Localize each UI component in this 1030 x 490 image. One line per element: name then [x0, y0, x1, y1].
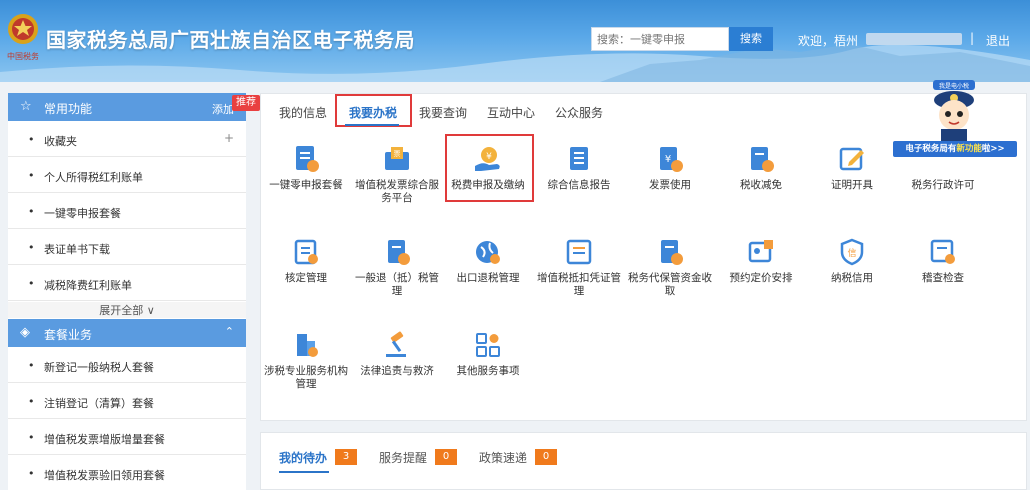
assessment-icon	[294, 239, 318, 265]
sidebar-item-invoice-increase[interactable]: • 增值税发票增版增量套餐	[8, 419, 246, 455]
expand-all-link[interactable]: 展开全部 ∨	[8, 302, 246, 318]
globe-icon	[476, 241, 500, 264]
todo-count-badge: 3	[335, 449, 357, 465]
service-assessment[interactable]: 核定管理	[261, 237, 351, 285]
sidebar-item-forms-download[interactable]: • 表证单书下载	[8, 229, 246, 265]
sidebar-item-favorites[interactable]: • 收藏夹 +	[8, 121, 246, 157]
svg-text:信: 信	[847, 247, 856, 259]
document-icon	[296, 146, 319, 172]
active-todo-underline	[279, 471, 329, 473]
sidebar-item-zero-declaration[interactable]: • 一键零申报套餐	[8, 193, 246, 229]
service-certificate[interactable]: 证明开具	[807, 144, 897, 192]
add-function-button[interactable]: 添加	[212, 101, 234, 117]
sidebar-item-invoice-verify[interactable]: • 增值税发票验旧领用套餐	[8, 455, 246, 490]
active-tab-underline	[345, 124, 399, 126]
tab-public-service[interactable]: 公众服务	[555, 104, 603, 121]
package-services-header[interactable]: ◈ 套餐业务 ⌃	[8, 319, 246, 347]
service-invoice-use[interactable]: ¥ 发票使用	[625, 144, 715, 192]
credit-shield-icon: 信	[840, 238, 864, 266]
service-custody-funds[interactable]: 税务代保管资金收取	[625, 237, 715, 298]
service-pricing-arrangement[interactable]: 预约定价安排	[716, 237, 806, 285]
tab-interaction[interactable]: 互动中心	[487, 104, 535, 121]
service-inspection[interactable]: 稽查检查	[898, 237, 988, 285]
header-banner: 中国税务 国家税务总局广西壮族自治区电子税务局 搜索 欢迎，梧州 | 退出	[0, 0, 1030, 82]
new-feature-banner[interactable]: 电子税务局有新功能啦>>	[893, 141, 1017, 157]
service-zero-declaration[interactable]: 一键零申报套餐	[261, 144, 351, 192]
service-agency-management[interactable]: 涉税专业服务机构管理	[261, 330, 351, 391]
service-info-report[interactable]: 综合信息报告	[534, 144, 624, 192]
logout-link[interactable]: 退出	[986, 32, 1010, 49]
grid-apps-icon	[476, 333, 500, 357]
edit-certificate-icon	[839, 147, 864, 171]
svg-text:中国税务: 中国税务	[7, 51, 39, 61]
username-redacted	[866, 33, 962, 45]
service-refund-credit[interactable]: 一般退（抵）税管理	[352, 237, 442, 298]
sidebar-item-deregistration[interactable]: • 注销登记（清算）套餐	[8, 383, 246, 419]
mascot-tax-officer-icon: 我是电小税	[933, 80, 975, 142]
tax-emblem-icon: 中国税务	[7, 14, 39, 61]
refund-icon	[388, 240, 410, 265]
service-vat-invoice-platform[interactable]: 票 增值税发票综合服务平台	[352, 144, 442, 205]
service-tax-relief[interactable]: 税收减免	[716, 144, 806, 192]
mascot-promo[interactable]: 我是电小税 电子税务局有新功能啦>>	[893, 80, 1023, 162]
tab-my-info[interactable]: 我的信息	[279, 104, 327, 121]
site-title: 国家税务总局广西壮族自治区电子税务局	[46, 28, 415, 52]
search-input[interactable]	[591, 27, 729, 51]
invoice-envelope-icon: 票	[385, 147, 409, 170]
common-functions-header[interactable]: ☆ 常用功能 添加	[8, 93, 246, 121]
service-highlight-box	[445, 134, 534, 202]
tab-my-todo[interactable]: 我的待办	[279, 449, 327, 466]
building-icon	[297, 334, 318, 357]
tax-relief-icon	[751, 147, 774, 172]
pricing-icon	[748, 240, 773, 263]
package-icon: ◈	[20, 325, 30, 340]
sidebar-item-new-registration[interactable]: • 新登记一般纳税人套餐	[8, 347, 246, 383]
header-separator: |	[970, 31, 975, 45]
package-services-title: 套餐业务	[44, 328, 93, 342]
tab-policy-news[interactable]: 政策速递	[479, 449, 527, 466]
gavel-icon	[386, 331, 406, 357]
plus-icon[interactable]: +	[224, 131, 234, 145]
service-vat-deduction[interactable]: 增值税抵扣凭证管理	[534, 237, 624, 298]
sidebar-item-tax-cut-bill[interactable]: • 减税降费红利账单	[8, 265, 246, 301]
tab-highlight-box	[335, 94, 412, 127]
search-button[interactable]: 搜索	[729, 27, 773, 51]
svg-text:¥: ¥	[665, 154, 671, 165]
svg-text:票: 票	[394, 150, 401, 158]
reminder-count-badge: 0	[435, 449, 457, 465]
tab-service-reminder[interactable]: 服务提醒	[379, 449, 427, 466]
voucher-icon	[566, 239, 592, 265]
service-tax-credit[interactable]: 信 纳税信用	[807, 237, 897, 285]
funds-icon	[661, 240, 683, 265]
recommend-badge: 推荐	[232, 95, 260, 111]
service-other[interactable]: 其他服务事项	[443, 330, 533, 378]
service-export-refund[interactable]: 出口退税管理	[443, 237, 533, 285]
chevron-up-icon[interactable]: ⌃	[225, 325, 234, 338]
inspection-icon	[930, 239, 955, 264]
common-functions-title: 常用功能	[44, 102, 93, 116]
invoice-yen-icon: ¥	[660, 147, 683, 172]
todo-panel: 我的待办 3 服务提醒 0 政策速递 0	[260, 432, 1027, 490]
sidebar-item-iit-bill[interactable]: • 个人所得税红利账单	[8, 157, 246, 193]
welcome-text: 欢迎，梧州	[798, 34, 859, 48]
svg-text:我是电小税: 我是电小税	[939, 82, 969, 90]
star-icon: ☆	[20, 99, 32, 114]
service-legal-remedy[interactable]: 法律追责与救济	[352, 330, 442, 378]
sidebar: ☆ 常用功能 添加 • 收藏夹 + • 个人所得税红利账单 • 一键零申报套餐 • 表证…	[8, 93, 246, 490]
tab-query[interactable]: 我要查询	[419, 104, 467, 121]
policy-count-badge: 0	[535, 449, 557, 465]
report-icon	[570, 147, 588, 170]
